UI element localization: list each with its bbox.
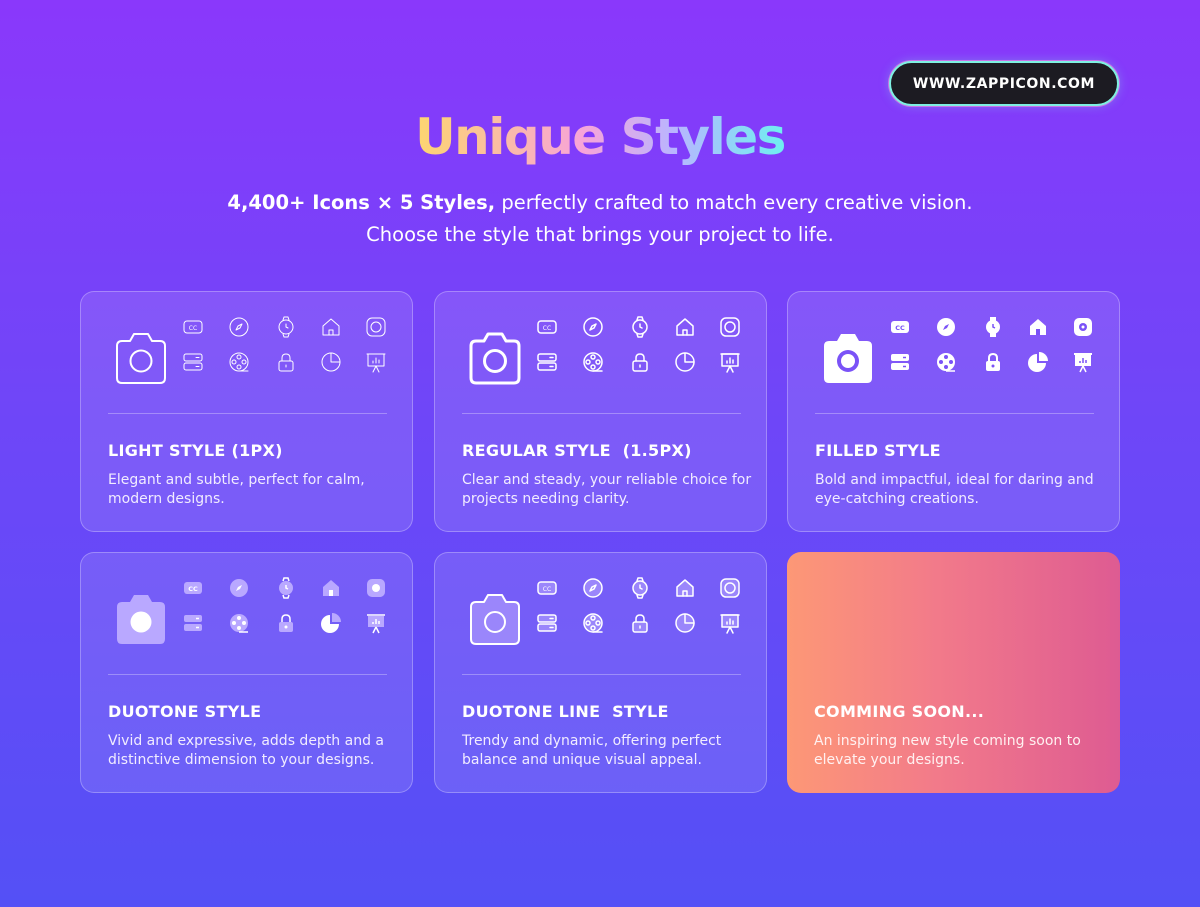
lock-icon	[275, 351, 297, 373]
page-subtitle: 4,400+ Icons × 5 Styles, perfectly craft…	[227, 191, 973, 246]
film-reel-icon	[935, 351, 957, 373]
style-card-duotone[interactable]: CC DUOTONE STYLE Vivid and expressive, add…	[80, 552, 413, 793]
card-description: Bold and impactful, ideal for daring and…	[815, 472, 1094, 507]
film-reel-icon	[228, 612, 250, 634]
style-card-soon[interactable]: COMMING SOON... An inspiring new style co…	[787, 552, 1120, 793]
card-description: Trendy and dynamic, offering perfect bal…	[462, 733, 722, 768]
server-icon	[182, 351, 204, 373]
lock-icon	[629, 351, 651, 373]
svg-text:CC: CC	[543, 325, 551, 332]
camera-icon	[463, 330, 527, 388]
cc-icon: CC	[182, 316, 204, 338]
card-divider	[108, 413, 387, 414]
card-description: Elegant and subtle, perfect for calm, mo…	[108, 472, 365, 507]
compass-icon	[582, 577, 604, 599]
camera-icon	[109, 330, 173, 388]
pie-chart-icon	[1027, 351, 1049, 373]
style-card-filled[interactable]: CC FILLED STYLE Bold and impactful, ideal …	[787, 291, 1120, 532]
record-icon	[365, 316, 387, 338]
svg-text:CC: CC	[188, 585, 198, 593]
pie-chart-icon	[320, 612, 342, 634]
card-title: COMMING SOON...	[814, 702, 985, 721]
presentation-icon	[365, 612, 387, 634]
compass-icon	[582, 316, 604, 338]
cc-icon: CC	[182, 577, 204, 599]
lock-icon	[629, 612, 651, 634]
pie-chart-icon	[674, 612, 696, 634]
style-card-duotone-line[interactable]: CC DUOTONE LINE STYLE Trendy and dynamic, …	[434, 552, 767, 793]
watch-icon	[275, 577, 297, 599]
film-reel-icon	[582, 612, 604, 634]
record-icon	[719, 577, 741, 599]
card-title: DUOTONE STYLE	[108, 702, 262, 721]
camera-icon	[816, 330, 880, 388]
server-icon	[536, 612, 558, 634]
film-reel-icon	[582, 351, 604, 373]
home-icon	[674, 577, 696, 599]
cc-icon: CC	[536, 577, 558, 599]
watch-icon	[629, 577, 651, 599]
svg-text:CC: CC	[895, 324, 905, 332]
record-icon	[719, 316, 741, 338]
card-divider	[108, 674, 387, 675]
pie-chart-icon	[674, 351, 696, 373]
card-description: An inspiring new style coming soon to el…	[814, 733, 1081, 768]
compass-icon	[228, 577, 250, 599]
camera-icon	[463, 591, 527, 649]
compass-icon	[935, 316, 957, 338]
card-divider	[815, 413, 1094, 414]
card-divider	[462, 674, 741, 675]
svg-text:CC: CC	[189, 325, 197, 332]
card-description: Clear and steady, your reliable choice f…	[462, 472, 752, 507]
server-icon	[182, 612, 204, 634]
style-card-light[interactable]: CC LIGHT STYLE (1PX) Elegant and subtle, p…	[80, 291, 413, 532]
style-card-regular[interactable]: CC REGULAR STYLE (1.5PX) Clear and steady,…	[434, 291, 767, 532]
home-icon	[320, 316, 342, 338]
presentation-icon	[719, 612, 741, 634]
compass-icon	[228, 316, 250, 338]
camera-icon	[109, 591, 173, 649]
film-reel-icon	[228, 351, 250, 373]
record-icon	[365, 577, 387, 599]
watch-icon	[275, 316, 297, 338]
home-icon	[1027, 316, 1049, 338]
card-title: FILLED STYLE	[815, 441, 941, 460]
page-title: Unique Styles	[415, 108, 786, 166]
card-title: DUOTONE LINE STYLE	[462, 702, 669, 721]
website-badge[interactable]: WWW.ZAPPICON.COM	[889, 61, 1119, 106]
record-icon	[1072, 316, 1094, 338]
card-divider	[462, 413, 741, 414]
cc-icon: CC	[889, 316, 911, 338]
server-icon	[536, 351, 558, 373]
home-icon	[674, 316, 696, 338]
pie-chart-icon	[320, 351, 342, 373]
cc-icon: CC	[536, 316, 558, 338]
watch-icon	[629, 316, 651, 338]
card-title: LIGHT STYLE (1PX)	[108, 441, 283, 460]
presentation-icon	[719, 351, 741, 373]
presentation-icon	[1072, 351, 1094, 373]
card-title: REGULAR STYLE (1.5PX)	[462, 441, 692, 460]
server-icon	[889, 351, 911, 373]
watch-icon	[982, 316, 1004, 338]
presentation-icon	[365, 351, 387, 373]
svg-text:CC: CC	[543, 586, 551, 593]
home-icon	[320, 577, 342, 599]
card-description: Vivid and expressive, adds depth and a d…	[108, 733, 385, 768]
lock-icon	[275, 612, 297, 634]
lock-icon	[982, 351, 1004, 373]
